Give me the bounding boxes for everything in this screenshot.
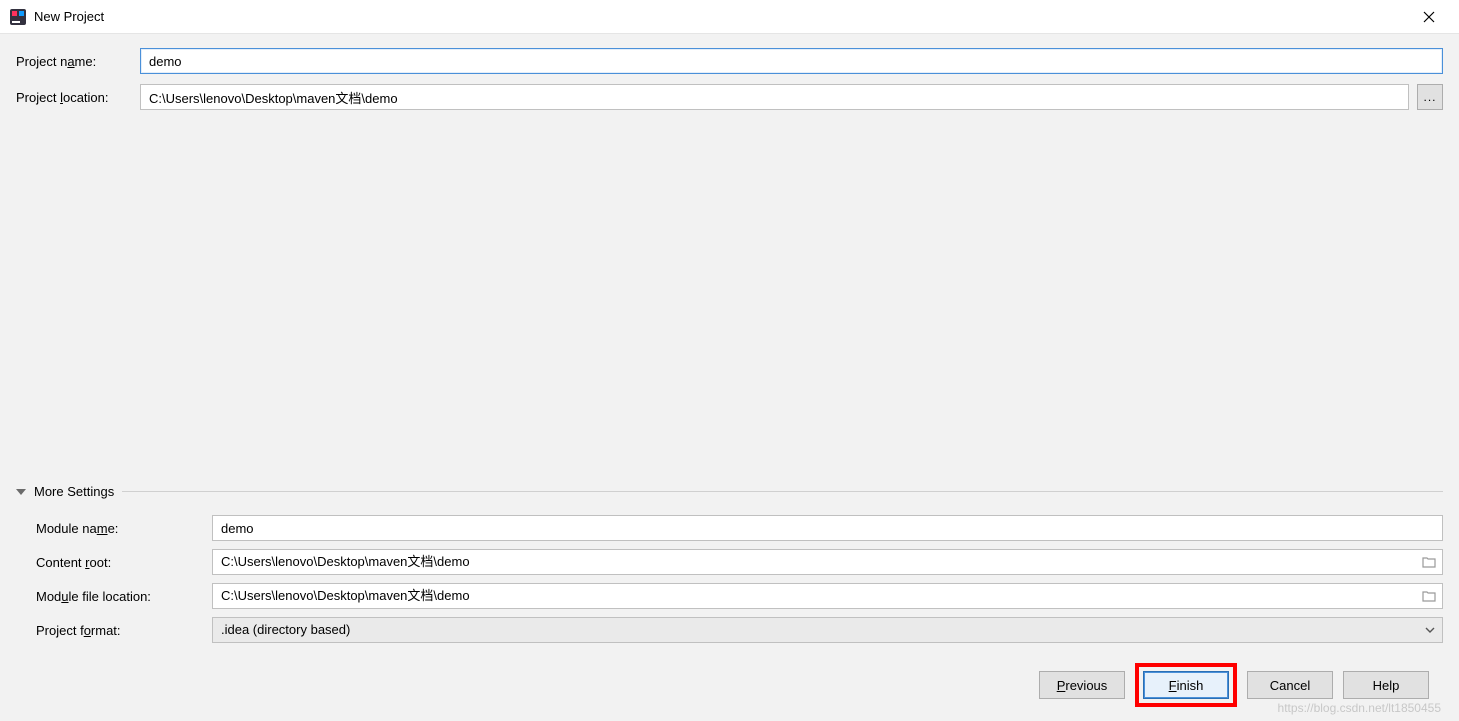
content-root-label: Content root: [36, 555, 204, 570]
chevron-down-icon [1418, 627, 1442, 633]
previous-button[interactable]: Previous [1039, 671, 1125, 699]
module-name-input[interactable] [212, 515, 1443, 541]
content-root-row: Content root: C:\Users\lenovo\Desktop\ma… [36, 549, 1443, 575]
dialog-content: Project name: Project location: ... More… [0, 34, 1459, 721]
content-spacer [16, 120, 1443, 468]
project-location-input[interactable] [140, 84, 1409, 110]
project-format-row: Project format: .idea (directory based) [36, 617, 1443, 643]
project-name-input[interactable] [140, 48, 1443, 74]
project-location-label: Project location: [16, 90, 132, 105]
project-location-row: Project location: ... [16, 84, 1443, 110]
project-format-value: .idea (directory based) [213, 618, 1418, 642]
more-settings-panel: Module name: Content root: C:\Users\leno… [16, 515, 1443, 643]
new-project-dialog: New Project Project name: Project locati… [0, 0, 1459, 721]
cancel-button[interactable]: Cancel [1247, 671, 1333, 699]
finish-highlight: Finish [1135, 663, 1237, 707]
module-file-location-row: Module file location: C:\Users\lenovo\De… [36, 583, 1443, 609]
content-root-value: C:\Users\lenovo\Desktop\maven文档\demo [213, 550, 1416, 574]
app-icon [10, 9, 26, 25]
more-settings-title: More Settings [34, 484, 114, 499]
chevron-down-icon [16, 489, 26, 495]
content-root-field[interactable]: C:\Users\lenovo\Desktop\maven文档\demo [212, 549, 1443, 575]
window-title: New Project [34, 9, 1409, 24]
module-file-location-value: C:\Users\lenovo\Desktop\maven文档\demo [213, 584, 1416, 608]
project-name-label: Project name: [16, 54, 132, 69]
project-name-row: Project name: [16, 48, 1443, 74]
more-settings-header[interactable]: More Settings [16, 484, 1443, 499]
module-file-location-label: Module file location: [36, 589, 204, 604]
folder-icon[interactable] [1416, 556, 1442, 568]
titlebar: New Project [0, 0, 1459, 34]
close-button[interactable] [1409, 4, 1449, 30]
browse-location-button[interactable]: ... [1417, 84, 1443, 110]
module-file-location-field[interactable]: C:\Users\lenovo\Desktop\maven文档\demo [212, 583, 1443, 609]
help-button[interactable]: Help [1343, 671, 1429, 699]
folder-icon[interactable] [1416, 590, 1442, 602]
project-format-combo[interactable]: .idea (directory based) [212, 617, 1443, 643]
module-name-label: Module name: [36, 521, 204, 536]
project-format-label: Project format: [36, 623, 204, 638]
section-divider [122, 491, 1443, 492]
module-name-row: Module name: [36, 515, 1443, 541]
finish-button[interactable]: Finish [1143, 671, 1229, 699]
button-bar: Previous Finish Cancel Help [16, 653, 1443, 721]
